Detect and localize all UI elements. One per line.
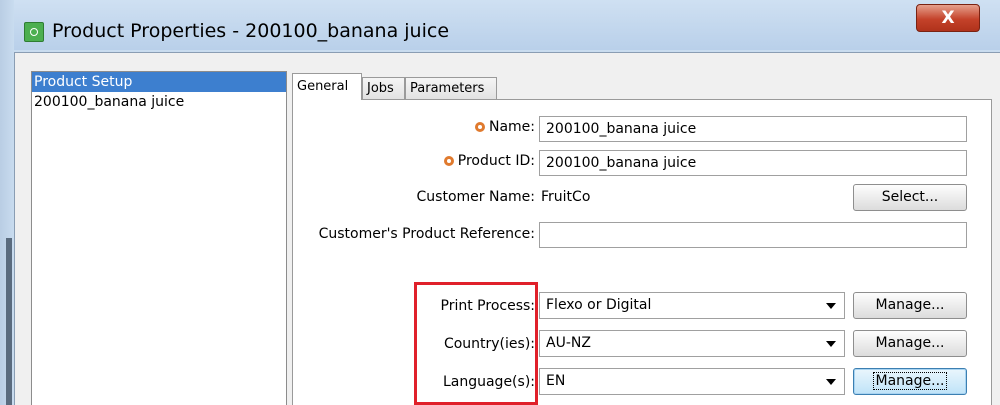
chevron-down-icon	[826, 303, 836, 309]
customer-name-value: FruitCo	[541, 189, 591, 205]
highlight-box	[414, 282, 538, 405]
tree-item-product[interactable]: 200100_banana juice	[32, 92, 286, 112]
chevron-down-icon	[826, 341, 836, 347]
product-id-input[interactable]: 200100_banana juice	[539, 150, 967, 176]
window-title: Product Properties - 200100_banana juice	[52, 20, 450, 42]
required-icon	[443, 156, 454, 166]
manage-print-process-button[interactable]: Manage...	[853, 292, 967, 319]
manage-languages-button[interactable]: Manage...	[853, 368, 967, 395]
name-input[interactable]: 200100_banana juice	[539, 116, 967, 142]
tab-general[interactable]: General	[292, 73, 362, 100]
close-button[interactable]: X	[916, 4, 980, 32]
tab-parameters[interactable]: Parameters	[405, 77, 497, 99]
countries-select[interactable]: AU-NZ	[539, 330, 845, 357]
required-icon	[474, 122, 485, 132]
product-properties-window: Product Properties - 200100_banana juice…	[0, 0, 1000, 405]
product-tree[interactable]: Product Setup 200100_banana juice	[31, 71, 287, 405]
chevron-down-icon	[826, 379, 836, 385]
print-process-select[interactable]: Flexo or Digital	[539, 292, 845, 319]
background-window-strip	[0, 0, 14, 405]
manage-countries-button[interactable]: Manage...	[853, 330, 967, 357]
product-id-label: Product ID:	[443, 153, 535, 169]
customer-ref-label: Customer's Product Reference:	[318, 226, 535, 242]
general-panel	[292, 99, 992, 405]
tree-item-product-setup[interactable]: Product Setup	[32, 72, 286, 92]
select-customer-button[interactable]: Select...	[853, 184, 967, 211]
tab-jobs[interactable]: Jobs	[362, 77, 405, 99]
languages-select[interactable]: EN	[539, 368, 845, 395]
title-bar[interactable]: Product Properties - 200100_banana juice…	[0, 0, 1000, 50]
name-label: Name:	[474, 119, 535, 135]
customer-name-label: Customer Name:	[416, 189, 535, 205]
customer-ref-input[interactable]	[539, 222, 967, 248]
app-icon	[24, 22, 44, 42]
